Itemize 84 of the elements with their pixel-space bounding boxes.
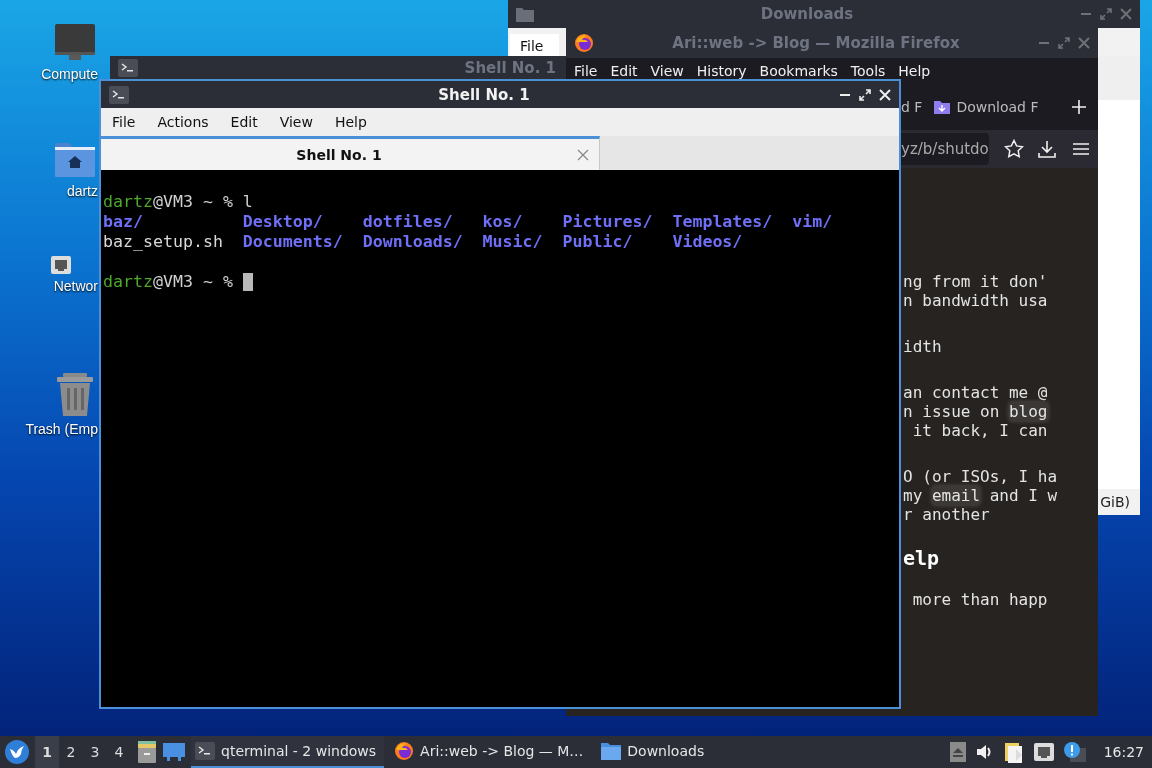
- desktop-icon-label[interactable]: Trash (Emp: [0, 421, 98, 437]
- prompt-line: dartz@VM3 ~ %: [103, 272, 234, 292]
- eject-icon[interactable]: [949, 742, 966, 762]
- text-line: my email and I w: [903, 486, 1059, 505]
- directory-name: Downloads/: [362, 232, 463, 252]
- close-tab-icon[interactable]: [577, 148, 589, 161]
- menu-icon[interactable]: [1073, 142, 1090, 156]
- start-menu-icon[interactable]: [5, 740, 29, 764]
- text-line: r another: [903, 505, 991, 524]
- menu-item[interactable]: Tools: [850, 63, 886, 79]
- directory-name: vim/: [792, 212, 833, 232]
- menu-item[interactable]: View: [268, 114, 324, 130]
- window-title: Shell No. 1: [437, 85, 531, 104]
- notification-icon[interactable]: [1063, 742, 1086, 762]
- address-field[interactable]: yz/b/shutdo: [901, 133, 989, 165]
- text-line: n bandwidth usa: [903, 291, 1049, 310]
- bookmark-star-icon[interactable]: [1003, 139, 1024, 159]
- menu-item[interactable]: History: [696, 63, 747, 79]
- directory-name: Pictures/: [562, 212, 653, 232]
- terminal-tab[interactable]: Shell No. 1: [101, 136, 600, 170]
- directory-name: kos/: [482, 212, 523, 232]
- directory-name: dotfiles/: [362, 212, 453, 232]
- text-line: O (or ISOs, I ha: [903, 467, 1059, 486]
- taskbar-task[interactable]: Ari::web -> Blog — M…: [390, 736, 592, 768]
- taskbar-task[interactable]: qterminal - 2 windows: [191, 736, 385, 768]
- text-line: ng from it don': [903, 272, 1049, 291]
- folder-icon: [516, 6, 534, 22]
- menu-item[interactable]: Help: [898, 63, 931, 79]
- network-icon[interactable]: [1033, 743, 1054, 761]
- window-title: Shell No. 1: [463, 59, 557, 77]
- directory-name: Public/: [562, 232, 633, 252]
- browser-logo-icon: [394, 741, 415, 761]
- download-icon[interactable]: [1038, 140, 1057, 158]
- tab-title: d F: [901, 99, 923, 115]
- workspace-button[interactable]: 2: [59, 736, 83, 768]
- desktop-icon-label[interactable]: dartz: [0, 183, 98, 199]
- browser-logo-icon: [574, 33, 594, 53]
- workspace-button[interactable]: 4: [107, 736, 131, 768]
- menu-item[interactable]: File: [101, 114, 147, 130]
- window-title: Ari::web -> Blog — Mozilla Firefox: [671, 34, 961, 52]
- folder-download-icon: [934, 99, 951, 115]
- maximize-icon[interactable]: [859, 88, 871, 101]
- heading-text: elp: [903, 546, 941, 570]
- menu-item[interactable]: Edit: [610, 63, 638, 79]
- text-line: an contact me @: [903, 383, 1049, 402]
- menu-item[interactable]: Help: [323, 114, 378, 130]
- text-line: more than happ: [911, 590, 1049, 609]
- status-text: GiB): [1100, 494, 1130, 510]
- terminal-icon: [118, 59, 138, 77]
- folder-icon: [601, 742, 622, 760]
- directory-name: Templates/: [672, 212, 773, 232]
- text-line: it back, I can: [911, 421, 1049, 440]
- network-folder-icon[interactable]: [51, 256, 71, 274]
- clipboard-icon[interactable]: [1003, 741, 1024, 763]
- directory-name: Documents/: [242, 232, 343, 252]
- directory-name: Music/: [482, 232, 543, 252]
- file-name: baz_setup.sh: [103, 232, 223, 252]
- menu-item[interactable]: File: [510, 34, 560, 56]
- workspace-button[interactable]: 1: [35, 736, 59, 768]
- menu-item[interactable]: Edit: [219, 114, 269, 130]
- menu-item[interactable]: View: [650, 63, 684, 79]
- file-cabinet-icon[interactable]: [137, 741, 157, 763]
- show-desktop-icon[interactable]: [163, 743, 185, 761]
- directory-name: Desktop/: [242, 212, 323, 232]
- window-title: Downloads: [759, 5, 855, 23]
- taskbar-task[interactable]: Downloads: [597, 736, 713, 768]
- terminal-icon: [195, 742, 215, 760]
- menu-item[interactable]: File: [574, 63, 598, 79]
- new-tab-icon[interactable]: [1072, 100, 1086, 114]
- directory-name: baz/: [103, 212, 143, 232]
- menu-item[interactable]: Bookmarks: [759, 63, 838, 79]
- text-line: n issue on blog: [903, 402, 1049, 421]
- terminal-icon: [109, 85, 129, 104]
- tab-title: Download F: [956, 99, 1039, 115]
- prompt-line: dartz@VM3 ~ % l: [103, 192, 253, 212]
- text-line: idth: [903, 337, 943, 356]
- desktop-icon-label[interactable]: Networ: [0, 278, 98, 294]
- menu-item[interactable]: Actions: [146, 114, 220, 130]
- workspace-button[interactable]: 3: [83, 736, 107, 768]
- close-icon[interactable]: [879, 88, 891, 101]
- browser-tab[interactable]: d F: [901, 99, 935, 115]
- directory-name: Videos/: [672, 232, 743, 252]
- clock[interactable]: 16:27: [1103, 744, 1144, 760]
- browser-tab[interactable]: Download F: [934, 99, 1051, 115]
